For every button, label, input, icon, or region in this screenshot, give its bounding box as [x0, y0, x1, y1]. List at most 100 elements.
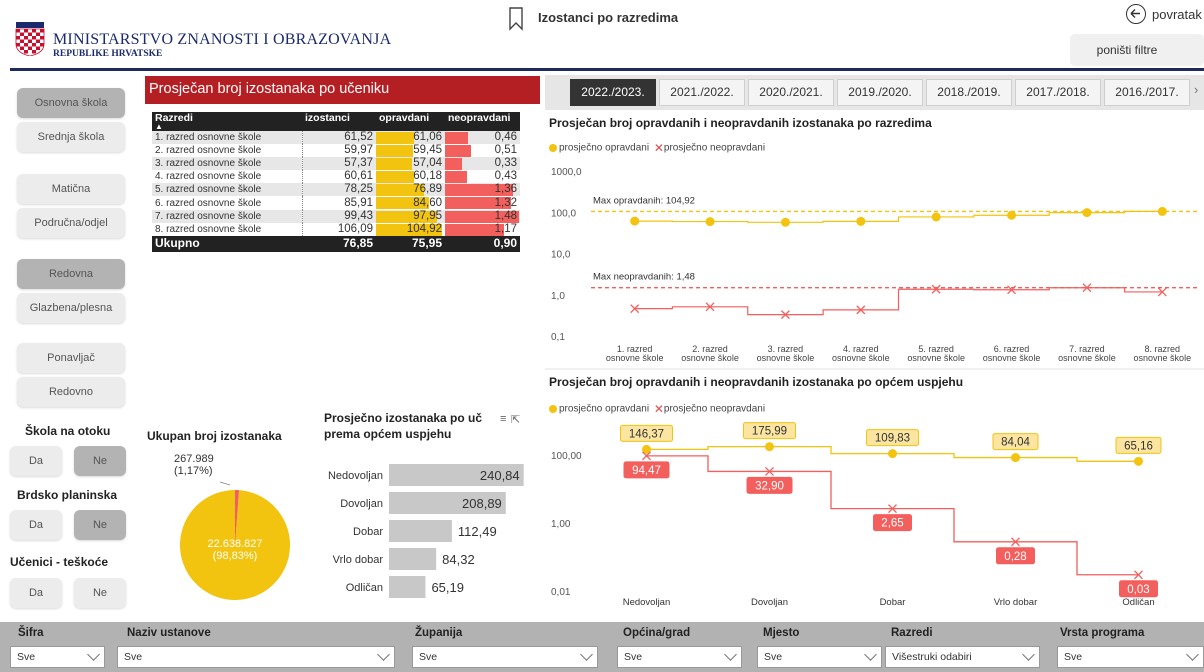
cell-opravdani: 59,45	[376, 144, 445, 158]
tab-2016-2017[interactable]: 2016./2017.	[1104, 79, 1190, 106]
cell-value-opravdani: 84,60	[413, 196, 442, 209]
filter-dropdown[interactable]: Sve	[1057, 646, 1204, 668]
island-yes-button[interactable]: Da	[10, 446, 62, 476]
x-tick-label: Dobar	[880, 597, 906, 608]
cell-izostanci: 78,25	[301, 183, 376, 197]
column-header-justified[interactable]: opravdani	[376, 112, 445, 131]
slicer-osnovna-skola[interactable]: Osnovna škola	[17, 88, 125, 118]
cell-value-opravdani: 97,95	[413, 209, 442, 222]
tab-2020-2021[interactable]: 2020./2021.	[748, 79, 834, 106]
x-tick-label: Odličan	[1122, 597, 1154, 608]
justified-point	[780, 217, 790, 227]
row-grade-name: 3. razred osnovne škole	[152, 157, 302, 171]
filter-dropdown[interactable]: Sve	[10, 646, 105, 668]
chevron-down-icon	[864, 648, 877, 661]
cell-neopravdani: 1,36	[445, 183, 520, 197]
tab-2017-2018[interactable]: 2017./2018.	[1015, 79, 1101, 106]
difficulty-no-button[interactable]: Ne	[74, 578, 126, 608]
column-header-grades[interactable]: Razredi ▲	[152, 112, 302, 131]
table-row: 1. razred osnovne škole 61,52 61,06 0,46	[152, 131, 520, 145]
absences-pie-chart: 267.989 (1,17%) 22.638.827 (98,83%)	[174, 453, 290, 600]
table-row: 7. razred osnovne škole 99,43 97,95 1,48	[152, 209, 520, 223]
bookmark-icon[interactable]	[508, 7, 524, 31]
row-grade-name: 1. razred osnovne škole	[152, 131, 302, 145]
data-bar-neopravdani	[445, 158, 462, 171]
cell-value-neopravdani: 1,48	[494, 209, 517, 222]
svg-text:65,16: 65,16	[1124, 440, 1153, 452]
slicer-redovna[interactable]: Redovna	[17, 259, 125, 289]
tab-2021-2022[interactable]: 2021./2022.	[659, 79, 745, 106]
cell-value-izostanci: 61,52	[344, 131, 373, 144]
data-bar-opravdani	[376, 158, 412, 171]
cell-izostanci: 60,61	[301, 170, 376, 184]
slicer-glazbena-plesna[interactable]: Glazbena/plesna	[17, 293, 125, 323]
filter-dropdown[interactable]: Sve	[757, 646, 882, 668]
pie-label-unjustified-pct: (1,17%)	[174, 465, 213, 477]
header-divider	[10, 68, 1204, 71]
svg-text:2,65: 2,65	[881, 518, 903, 530]
column-header-unjustified[interactable]: neopravdani	[445, 112, 520, 131]
table-row: 5. razred osnovne škole 78,25 76,89 1,36	[152, 183, 520, 197]
row-grade-name: 2. razred osnovne škole	[152, 144, 302, 158]
cell-value-izostanci: 85,91	[344, 196, 373, 209]
filter-dropdown[interactable]: Sve	[412, 646, 598, 668]
bar-category-label: Dovoljan	[340, 498, 383, 510]
sort-ascending-icon: ▲	[155, 122, 163, 131]
unjustified-data-label: 94,47	[623, 461, 670, 479]
difficulty-yes-button[interactable]: Da	[10, 578, 62, 608]
tab-2022-2023[interactable]: 2022./2023.	[570, 79, 656, 106]
cell-opravdani: 84,60	[376, 196, 445, 210]
slicer-redovno[interactable]: Redovno	[17, 377, 125, 407]
filter-icon[interactable]: ≡	[500, 413, 506, 425]
slicer-ponavljac[interactable]: Ponavljač	[17, 343, 125, 373]
mountain-slicer-title: Brdsko planinska	[17, 488, 118, 502]
max-justified-label: Max opravdanih: 104,92	[593, 195, 695, 206]
reset-filters-button[interactable]: poništi filtre	[1070, 34, 1204, 66]
justified-point	[1082, 208, 1092, 218]
filter-dropdown[interactable]: Višestruki odabiri	[885, 646, 1040, 668]
grades-chart-title: Prosječan broj opravdanih i neopravdanih…	[549, 116, 932, 130]
page-title: Izostanci po razredima	[538, 10, 679, 25]
slicer-podrucna[interactable]: Područna/odjel	[17, 208, 125, 238]
chevron-down-icon	[580, 648, 593, 661]
mountain-no-button[interactable]: Ne	[74, 510, 126, 540]
row-grade-name: 8. razred osnovne škole	[152, 222, 302, 236]
back-button[interactable]: povratak	[1126, 4, 1204, 26]
tabs-scroll-right-icon[interactable]: ›	[1194, 82, 1198, 97]
bar-value-label: 65,19	[431, 580, 464, 595]
mountain-yes-button[interactable]: Da	[10, 510, 62, 540]
cell-opravdani: 61,06	[376, 131, 445, 145]
justified-point	[705, 217, 715, 227]
y-tick-label: 1,0	[551, 291, 565, 302]
cell-value-izostanci: 59,97	[344, 144, 373, 157]
cell-izostanci: 59,97	[301, 144, 376, 158]
grades-line-chart: 1000,0 100,0 10,0 1,0 0,1 Max opravdanih: 104…	[545, 155, 1204, 370]
success-bar-chart: Nedovoljan 240,84 Dovoljan 208,89 Dobar 112,4…	[328, 464, 524, 598]
expand-icon[interactable]: ⇱	[511, 413, 520, 426]
pie-label-unjustified-value: 267.989	[174, 453, 214, 465]
croatian-coat-of-arms-icon	[15, 22, 45, 56]
filter-label: Šifra	[18, 627, 44, 639]
header: MINISTARSTVO ZNANOSTI I OBRAZOVANJA REPU…	[0, 0, 1204, 71]
cell-value-opravdani: 61,06	[413, 131, 442, 144]
justified-point	[630, 216, 640, 226]
total-opravdani: 75,95	[376, 235, 445, 252]
slicer-maticna[interactable]: Matična	[17, 174, 125, 204]
bar-category-label: Nedovoljan	[328, 470, 383, 482]
tab-2019-2020[interactable]: 2019./2020.	[837, 79, 923, 106]
cell-value-izostanci: 106,09	[337, 222, 373, 235]
cell-value-opravdani: 60,18	[413, 170, 442, 183]
island-no-button[interactable]: Ne	[74, 446, 126, 476]
svg-text:0,28: 0,28	[1004, 551, 1026, 563]
cell-izostanci: 85,91	[301, 196, 376, 210]
filter-dropdown[interactable]: Sve	[617, 646, 742, 668]
tab-2018-2019[interactable]: 2018./2019.	[926, 79, 1012, 106]
cell-neopravdani: 1,17	[445, 222, 520, 236]
filter-dropdown[interactable]: Sve	[117, 646, 395, 668]
slicer-srednja-skola[interactable]: Srednja škola	[17, 122, 125, 152]
y-tick-label: 100,0	[551, 208, 576, 219]
column-header-absences[interactable]: izostanci	[302, 112, 376, 131]
svg-text:32,90: 32,90	[755, 480, 784, 492]
data-bar-opravdani	[376, 171, 414, 184]
cell-neopravdani: 0,51	[445, 144, 520, 158]
